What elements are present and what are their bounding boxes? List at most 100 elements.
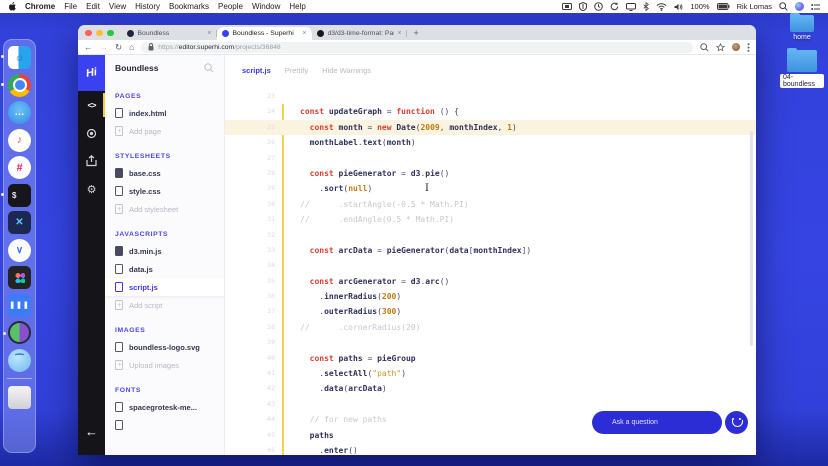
twitter-dock-icon[interactable]: ⁀ (8, 348, 31, 372)
new-tab-button[interactable]: + (414, 28, 419, 38)
bluetooth-icon[interactable] (643, 2, 650, 11)
siri-icon[interactable] (795, 2, 804, 11)
close-tab-icon[interactable]: × (302, 30, 306, 37)
rail-share[interactable] (78, 147, 105, 175)
finder-dock-icon[interactable]: ☺ (1, 46, 31, 69)
terminal-dock-icon[interactable]: $ (1, 183, 31, 207)
zoom-window-button[interactable] (107, 29, 114, 36)
music-dock-icon[interactable]: ♪ (8, 128, 31, 152)
code-line-highlighted[interactable]: 25 const month = new Date(2009, monthInd… (225, 119, 756, 136)
file-item-partial[interactable] (105, 416, 224, 434)
code-line[interactable]: 34 (225, 258, 756, 273)
menu-people[interactable]: People (218, 2, 243, 11)
editor-scrollbar[interactable] (750, 131, 753, 346)
sidebar-search-icon[interactable] (204, 63, 214, 73)
code-line[interactable]: 41 .selectAll("path") (225, 366, 756, 381)
messages-dock-icon[interactable]: … (8, 101, 31, 124)
code-line[interactable]: 37 .outerRadius(300) (225, 304, 756, 319)
code-line[interactable]: 32 (225, 228, 756, 243)
rail-code-view[interactable]: <> (78, 91, 105, 119)
slack-dock-icon[interactable]: # (8, 156, 31, 179)
clock-icon[interactable] (594, 2, 604, 11)
file-item-d3-min-js[interactable]: d3.min.js (105, 242, 224, 260)
code-line[interactable]: 33 const arcData = pieGenerator(data[mon… (225, 243, 756, 258)
file-item-add-script[interactable]: Add script (105, 296, 224, 314)
code-line[interactable]: 43 (225, 397, 756, 412)
file-item-spacegrotesk-me-[interactable]: spacegrotesk-me... (105, 398, 224, 416)
desktop-icon-boundless[interactable]: 04-boundless (780, 47, 824, 88)
desktop-icon-home[interactable]: home (780, 12, 824, 41)
file-item-upload-images[interactable]: Upload images (105, 356, 224, 374)
code-line[interactable]: 31 // .endAngle(0.5 * Math.PI) (225, 212, 756, 227)
file-item-add-stylesheet[interactable]: Add stylesheet (105, 200, 224, 218)
tab-d3-time-format[interactable]: d3/d3-time-format: Parse an × (312, 27, 407, 40)
apple-menu-icon[interactable] (8, 2, 16, 11)
code-line[interactable]: 42 .data(arcData) (225, 381, 756, 396)
file-item-base-css[interactable]: base.css (105, 164, 224, 182)
code-line[interactable]: 40 const paths = pieGroup (225, 351, 756, 366)
forward-icon[interactable]: → (100, 43, 109, 52)
menu-window[interactable]: Window (252, 2, 280, 11)
code-line[interactable]: 35 const arcGenerator = d3.arc() (225, 274, 756, 289)
menu-edit[interactable]: Edit (86, 2, 100, 11)
code-line[interactable]: 30 // .startAngle(-0.5 * Math.PI) (225, 197, 756, 212)
prettify-button[interactable]: Prettify (285, 66, 308, 75)
trash-dock-icon[interactable] (8, 385, 31, 409)
figma-dock-icon[interactable] (8, 266, 31, 289)
tab-boundless-superhi[interactable]: Boundless - Superhi × (216, 27, 312, 40)
back-arrow-button[interactable]: ← (85, 424, 98, 439)
menu-history[interactable]: History (135, 2, 160, 11)
mail-dock-icon[interactable]: ∨ (8, 238, 31, 262)
zoom-page-icon[interactable] (700, 42, 709, 52)
address-bar[interactable]: https://editor.superhi.com/projects/3684… (141, 41, 693, 53)
code-line[interactable]: 27 (225, 151, 756, 166)
rail-preview[interactable] (78, 119, 105, 147)
code-line[interactable]: 24 const updateGraph = function () { (225, 104, 756, 119)
menu-view[interactable]: View (109, 2, 126, 11)
search-icon[interactable] (779, 2, 788, 11)
minimize-window-button[interactable] (96, 29, 103, 36)
wifi-icon[interactable] (656, 2, 667, 11)
reload-icon[interactable]: ↻ (115, 43, 122, 52)
close-tab-icon[interactable]: × (397, 30, 401, 37)
rail-settings[interactable]: ⚙ (78, 175, 105, 203)
menu-file[interactable]: File (64, 2, 77, 11)
notification-center-icon[interactable] (811, 3, 820, 11)
menubar-username[interactable]: Rik Lomas (737, 2, 772, 11)
ask-question-button[interactable]: Ask a question (592, 411, 722, 434)
code-dock-icon[interactable]: ✕ (8, 211, 31, 234)
browser-menu-icon[interactable] (747, 42, 750, 52)
shield-icon[interactable] (579, 2, 588, 11)
sync-icon[interactable] (610, 2, 619, 11)
intercom-dock-icon[interactable]: ❚❚❚ (8, 293, 31, 317)
menubar-app-name[interactable]: Chrome (25, 2, 55, 11)
tab-boundless[interactable]: Boundless × (122, 27, 217, 40)
code-line[interactable]: 46 .enter() (225, 443, 756, 455)
volume-icon[interactable] (674, 3, 683, 11)
code-line[interactable]: 39 (225, 335, 756, 350)
file-item-boundless-logo-svg[interactable]: boundless-logo.svg (105, 338, 224, 356)
screenflow-dock-icon[interactable] (3, 321, 31, 344)
code-line[interactable]: 26 monthLabel.text(month) (225, 135, 756, 150)
file-item-add-page[interactable]: Add page (105, 122, 224, 140)
screen-mirroring-icon[interactable] (562, 2, 573, 11)
hide-warnings-button[interactable]: Hide Warnings (322, 66, 371, 75)
code-line[interactable]: 29 .sort(null) (225, 181, 756, 196)
bookmark-star-icon[interactable] (716, 42, 725, 52)
close-tab-icon[interactable]: × (207, 30, 211, 37)
display-icon[interactable] (626, 2, 637, 11)
code-area[interactable]: 23 24 const updateGraph = function () {25 … (225, 85, 756, 455)
battery-icon[interactable] (716, 3, 730, 10)
file-item-style-css[interactable]: style.css (105, 182, 224, 200)
code-line[interactable]: 28 const pieGenerator = d3.pie() (225, 166, 756, 181)
code-line[interactable]: 38 // .cornerRadius(20) (225, 320, 756, 335)
file-item-data-js[interactable]: data.js (105, 260, 224, 278)
back-icon[interactable]: ← (84, 43, 93, 52)
profile-avatar[interactable] (732, 43, 740, 51)
menu-bookmarks[interactable]: Bookmarks (169, 2, 209, 11)
menu-help[interactable]: Help (289, 2, 305, 11)
chrome-dock-icon[interactable] (1, 73, 31, 97)
home-icon[interactable]: ⌂ (129, 43, 134, 52)
code-line[interactable]: 36 .innerRadius(200) (225, 289, 756, 304)
file-item-index-html[interactable]: index.html (105, 104, 224, 122)
